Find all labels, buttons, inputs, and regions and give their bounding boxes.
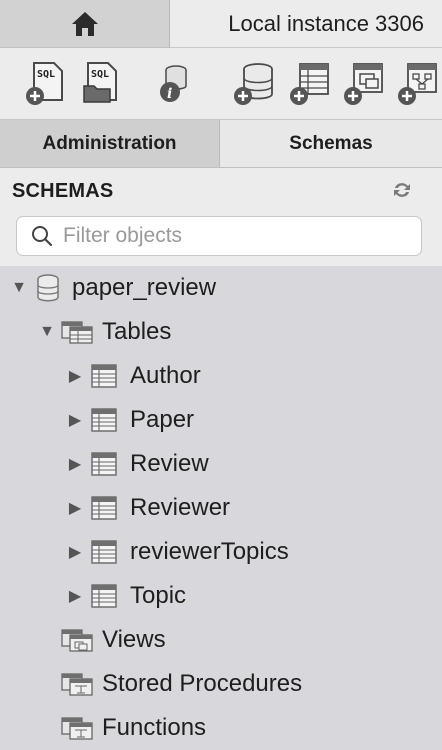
table-icon — [91, 540, 117, 564]
tab-schemas[interactable]: Schemas — [220, 120, 442, 168]
stored-procedures-label: Stored Procedures — [102, 670, 303, 697]
table-icon — [91, 452, 117, 476]
create-schema-icon — [234, 63, 273, 105]
inspector-button[interactable]: i — [150, 60, 196, 106]
schema-tree: ▼ paper_review ▼ Tables ▶ Author ▶ Paper… — [0, 266, 442, 748]
search-icon — [32, 226, 53, 247]
refresh-icon[interactable] — [390, 178, 414, 202]
views-label: Views — [102, 626, 166, 653]
tables-label: Tables — [102, 318, 172, 345]
connection-tab[interactable]: Local instance 3306 — [170, 0, 442, 48]
svg-text:SQL: SQL — [91, 69, 109, 80]
tree-item-stored-procedures[interactable]: Stored Procedures — [60, 662, 302, 706]
svg-text:SQL: SQL — [37, 69, 55, 80]
tree-item-views[interactable]: Views — [60, 618, 166, 662]
table-name: reviewerTopics — [130, 538, 289, 565]
tree-item-functions[interactable]: Functions — [60, 706, 206, 750]
create-routine-button[interactable] — [396, 60, 442, 106]
create-view-icon — [344, 63, 383, 105]
tree-item-schema[interactable]: ▼ paper_review — [10, 266, 216, 310]
table-name: Topic — [130, 582, 187, 609]
table-icon — [91, 364, 117, 388]
tree-item-table[interactable]: ▶ reviewerTopics — [66, 530, 289, 574]
create-table-icon — [290, 63, 329, 105]
expand-right-icon[interactable]: ▶ — [66, 498, 84, 518]
table-name: Author — [130, 362, 201, 389]
table-icon — [91, 408, 117, 432]
table-name: Review — [130, 450, 209, 477]
create-routine-icon — [398, 63, 437, 105]
open-sql-script-button[interactable]: SQL — [80, 60, 126, 106]
sidebar-tabs: Administration Schemas — [0, 120, 442, 168]
toolbar: SQL SQL i — [0, 48, 442, 120]
tab-bar: Local instance 3306 — [0, 0, 442, 48]
expand-right-icon[interactable]: ▶ — [66, 366, 84, 386]
functions-label: Functions — [102, 714, 207, 741]
expand-right-icon[interactable]: ▶ — [66, 410, 84, 430]
create-view-button[interactable] — [342, 60, 388, 106]
tree-item-table[interactable]: ▶ Review — [66, 442, 209, 486]
schemas-title: SCHEMAS — [12, 180, 114, 202]
filter-box — [16, 216, 422, 256]
expand-right-icon[interactable]: ▶ — [66, 454, 84, 474]
inspector-icon: i — [160, 65, 187, 102]
schemas-header: SCHEMAS — [0, 168, 442, 266]
functions-folder-icon — [61, 717, 93, 740]
tree-item-table[interactable]: ▶ Paper — [66, 398, 194, 442]
schema-name: paper_review — [72, 274, 217, 301]
views-folder-icon — [61, 629, 93, 652]
database-icon — [37, 274, 59, 302]
create-schema-button[interactable] — [232, 60, 278, 106]
table-name: Paper — [130, 406, 195, 433]
expand-down-icon[interactable]: ▼ — [38, 323, 56, 341]
expand-right-icon[interactable]: ▶ — [66, 542, 84, 562]
table-icon — [91, 584, 117, 608]
table-icon — [91, 496, 117, 520]
new-sql-tab-button[interactable]: SQL — [24, 60, 70, 106]
tree-item-tables[interactable]: ▼ Tables — [38, 310, 171, 354]
connection-title: Local instance 3306 — [228, 10, 424, 36]
tables-folder-icon — [61, 321, 93, 344]
procedures-folder-icon — [61, 673, 93, 696]
svg-text:i: i — [167, 86, 172, 102]
open-sql-script-icon: SQL — [83, 62, 117, 103]
expand-right-icon[interactable]: ▶ — [66, 586, 84, 606]
expand-down-icon[interactable]: ▼ — [10, 279, 28, 297]
filter-input[interactable] — [61, 223, 405, 249]
tree-item-table[interactable]: ▶ Author — [66, 354, 201, 398]
create-table-button[interactable] — [288, 60, 334, 106]
tab-administration[interactable]: Administration — [0, 120, 220, 168]
tree-item-table[interactable]: ▶ Topic — [66, 574, 186, 618]
home-tab[interactable] — [0, 0, 170, 48]
new-sql-tab-icon: SQL — [26, 62, 63, 105]
tree-item-table[interactable]: ▶ Reviewer — [66, 486, 230, 530]
home-icon[interactable] — [70, 10, 100, 38]
table-name: Reviewer — [130, 494, 231, 521]
